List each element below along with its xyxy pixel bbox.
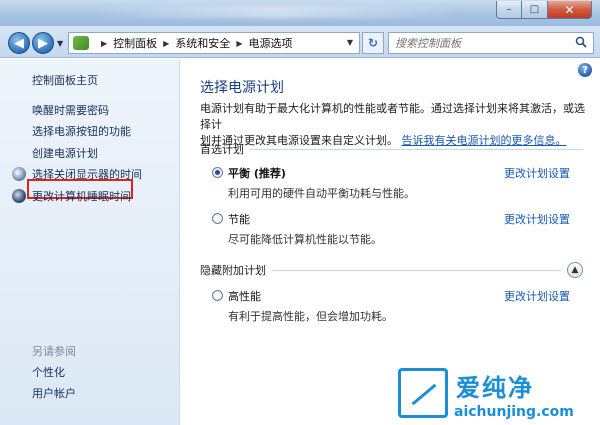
address-bar[interactable]: ▶ 控制面板 ▶ 系统和安全 ▶ 电源选项 ▼ [68, 32, 360, 54]
see-also-user-accounts[interactable]: 用户帐户 [32, 385, 76, 401]
see-also-heading: 另请参阅 [32, 345, 76, 358]
chevron-right-icon[interactable]: ▶ [236, 39, 242, 48]
plan-radio[interactable] [212, 290, 223, 301]
sidebar-item-create-plan[interactable]: 创建电源计划 [32, 145, 98, 161]
chevron-right-icon[interactable]: ▶ [163, 39, 169, 48]
plan-description: 尽可能降低计算机性能以节能。 [228, 233, 382, 246]
minimize-button[interactable]: – [496, 1, 522, 19]
plan-name: 节能 [228, 213, 250, 226]
title-bar: – □ ✕ [0, 0, 600, 26]
help-icon[interactable]: ? [578, 63, 592, 77]
preferred-plans-header: 首选计划 [200, 141, 583, 157]
recent-pages-dropdown-icon[interactable]: ▼ [57, 39, 63, 48]
plan-description: 有利于提高性能，但会增加功耗。 [228, 310, 393, 323]
breadcrumb-system-security[interactable]: 系统和安全 [175, 35, 230, 51]
sleep-moon-icon [12, 189, 26, 203]
control-panel-icon [73, 36, 89, 50]
plan-radio[interactable] [212, 213, 223, 224]
watermark-logo-icon [398, 368, 448, 418]
plan-name: 平衡 (推荐) [228, 167, 286, 180]
sidebar-item-sleep-time[interactable]: 更改计算机睡眠时间 [32, 188, 131, 204]
see-also-personalization[interactable]: 个性化 [32, 364, 65, 380]
navigation-bar: ◀ ▶ ▼ ▶ 控制面板 ▶ 系统和安全 ▶ 电源选项 ▼ ↻ [0, 26, 600, 58]
breadcrumb-power-options[interactable]: 电源选项 [248, 35, 292, 51]
sidebar-item-wake-password[interactable]: 唤醒时需要密码 [32, 102, 109, 118]
plan-name: 高性能 [228, 290, 261, 303]
refresh-button[interactable]: ↻ [362, 32, 384, 54]
blurred-title [80, 6, 470, 18]
maximize-button[interactable]: □ [522, 1, 548, 19]
chevron-right-icon[interactable]: ▶ [101, 39, 107, 48]
sidebar-item-display-off[interactable]: 选择关闭显示器的时间 [32, 166, 142, 182]
window-controls: – □ ✕ [496, 1, 592, 19]
divider [250, 148, 583, 150]
hidden-plans-header: 隐藏附加计划 ▲ [200, 262, 583, 278]
close-button[interactable]: ✕ [548, 1, 592, 19]
sidebar: 控制面板主页 唤醒时需要密码 选择电源按钮的功能 创建电源计划 选择关闭显示器的… [0, 59, 180, 425]
watermark-title: 爱纯净 [456, 374, 534, 402]
chevron-up-icon[interactable]: ▲ [567, 262, 583, 278]
search-icon[interactable] [575, 36, 587, 48]
forward-button[interactable]: ▶ [32, 32, 54, 54]
breadcrumb-control-panel[interactable]: 控制面板 [113, 35, 157, 51]
sidebar-home-link[interactable]: 控制面板主页 [32, 72, 98, 88]
search-box[interactable] [388, 32, 594, 54]
description-line-1: 电源计划有助于最大化计算机的性能或者节能。通过选择计划来将其激活，或选择计 [200, 102, 585, 131]
display-clock-icon [12, 167, 26, 181]
control-panel-window: – □ ✕ ◀ ▶ ▼ ▶ 控制面板 ▶ 系统和安全 ▶ 电源选项 ▼ ↻ 搜索… [0, 0, 600, 425]
back-button[interactable]: ◀ [8, 32, 30, 54]
plan-description: 利用可用的硬件自动平衡功耗与性能。 [228, 187, 415, 200]
divider [272, 269, 561, 271]
preferred-plans-label: 首选计划 [200, 143, 244, 156]
change-plan-settings-link[interactable]: 更改计划设置 [504, 288, 570, 304]
sidebar-item-power-button[interactable]: 选择电源按钮的功能 [32, 123, 131, 139]
plan-radio-selected[interactable] [212, 167, 223, 178]
search-input[interactable] [395, 36, 565, 50]
watermark: 爱纯净 aichunjing.com [398, 368, 598, 424]
change-plan-settings-link[interactable]: 更改计划设置 [504, 165, 570, 181]
hidden-plans-label: 隐藏附加计划 [200, 264, 266, 277]
watermark-url: aichunjing.com [454, 404, 574, 420]
change-plan-settings-link[interactable]: 更改计划设置 [504, 211, 570, 227]
page-title: 选择电源计划 [200, 80, 284, 96]
address-dropdown-icon[interactable]: ▼ [347, 38, 353, 47]
